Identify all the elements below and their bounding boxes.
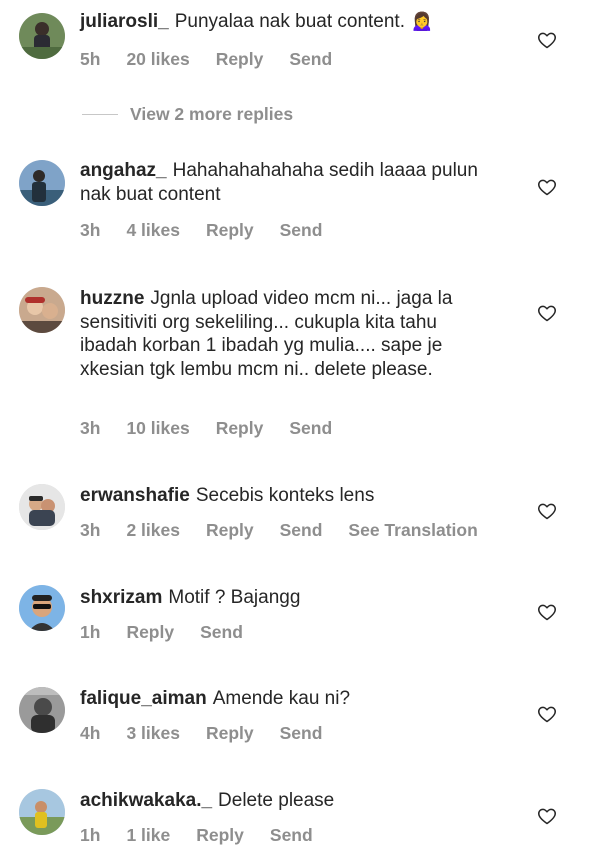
comment-time: 3h (80, 418, 101, 438)
comment-body: Secebis konteks lens (195, 485, 375, 506)
comment-text: juliarosli_ Punyalaa nak buat content. 🙍‍… (80, 10, 500, 34)
send-button[interactable]: Send (280, 520, 323, 540)
comment-time: 5h (80, 49, 101, 69)
comment-likes[interactable]: 3 likes (126, 723, 180, 743)
comment-username[interactable]: juliarosli_ (80, 11, 169, 32)
comment-text: angahaz_ Hahahahahahaha sedih laaaa pulun… (80, 159, 500, 206)
heart-outline-icon[interactable] (537, 303, 557, 323)
avatar[interactable] (19, 287, 65, 333)
avatar[interactable] (19, 687, 65, 733)
comment-meta: 5h 20 likes Reply Send (80, 49, 358, 70)
comment-meta: 3h 2 likes Reply Send See Translation (80, 520, 504, 541)
heart-outline-icon[interactable] (537, 704, 557, 724)
reply-button[interactable]: Reply (216, 418, 264, 438)
send-button[interactable]: Send (280, 220, 323, 240)
comment-username[interactable]: falique_aiman (80, 688, 207, 709)
reply-button[interactable]: Reply (206, 220, 254, 240)
heart-outline-icon[interactable] (537, 501, 557, 521)
comment-time: 3h (80, 520, 101, 540)
send-button[interactable]: Send (289, 418, 332, 438)
reply-button[interactable]: Reply (196, 825, 244, 845)
comment-likes[interactable]: 4 likes (126, 220, 180, 240)
heart-outline-icon[interactable] (537, 602, 557, 622)
comment-meta: 1h Reply Send (80, 622, 269, 643)
comment-likes[interactable]: 10 likes (126, 418, 189, 438)
comment-body: Punyalaa nak buat content. (174, 11, 405, 32)
reply-button[interactable]: Reply (206, 520, 254, 540)
reply-button[interactable]: Reply (126, 622, 174, 642)
comment-username[interactable]: shxrizam (80, 587, 162, 608)
comment-username[interactable]: erwanshafie (80, 485, 190, 506)
reply-button[interactable]: Reply (216, 49, 264, 69)
send-button[interactable]: Send (289, 49, 332, 69)
divider-line (82, 113, 118, 115)
comment-time: 4h (80, 723, 101, 743)
send-button[interactable]: Send (200, 622, 243, 642)
avatar[interactable] (19, 585, 65, 631)
view-replies-label[interactable]: View 2 more replies (130, 104, 293, 125)
comment-likes[interactable]: 20 likes (126, 49, 189, 69)
send-button[interactable]: Send (280, 723, 323, 743)
comment-likes[interactable]: 2 likes (126, 520, 180, 540)
see-translation-link[interactable]: See Translation (348, 520, 477, 540)
heart-outline-icon[interactable] (537, 806, 557, 826)
heart-outline-icon[interactable] (537, 177, 557, 197)
comment-text: huzzne Jgnla upload video mcm ni... jaga … (80, 287, 480, 381)
send-button[interactable]: Send (270, 825, 313, 845)
comment-body: Delete please (218, 790, 335, 811)
avatar[interactable] (19, 160, 65, 206)
comment-meta: 1h 1 like Reply Send (80, 825, 339, 846)
comment-username[interactable]: huzzne (80, 288, 144, 309)
comment-meta: 3h 10 likes Reply Send (80, 418, 358, 439)
comment-text: shxrizam Motif ? Bajangg (80, 586, 500, 610)
comment-text: falique_aiman Amende kau ni? (80, 687, 500, 711)
comment-meta: 3h 4 likes Reply Send (80, 220, 348, 241)
heart-outline-icon[interactable] (537, 30, 557, 50)
comment-meta: 4h 3 likes Reply Send (80, 723, 348, 744)
comment-text: achikwakaka._ Delete please (80, 789, 500, 813)
comment-time: 1h (80, 622, 101, 642)
reply-button[interactable]: Reply (206, 723, 254, 743)
comment-time: 3h (80, 220, 101, 240)
comment-likes[interactable]: 1 like (126, 825, 170, 845)
comment-username[interactable]: angahaz_ (80, 160, 167, 181)
view-more-replies[interactable]: View 2 more replies (82, 103, 293, 125)
comment-text: erwanshafie Secebis konteks lens (80, 484, 500, 508)
comment-body: Amende kau ni? (212, 688, 351, 709)
avatar[interactable] (19, 789, 65, 835)
avatar[interactable] (19, 484, 65, 530)
comment-body: Motif ? Bajangg (168, 587, 301, 608)
comment-username[interactable]: achikwakaka._ (80, 790, 212, 811)
avatar[interactable] (19, 13, 65, 59)
woman-emoji-icon: 🙍‍♀️ (410, 11, 434, 32)
comment-time: 1h (80, 825, 101, 845)
